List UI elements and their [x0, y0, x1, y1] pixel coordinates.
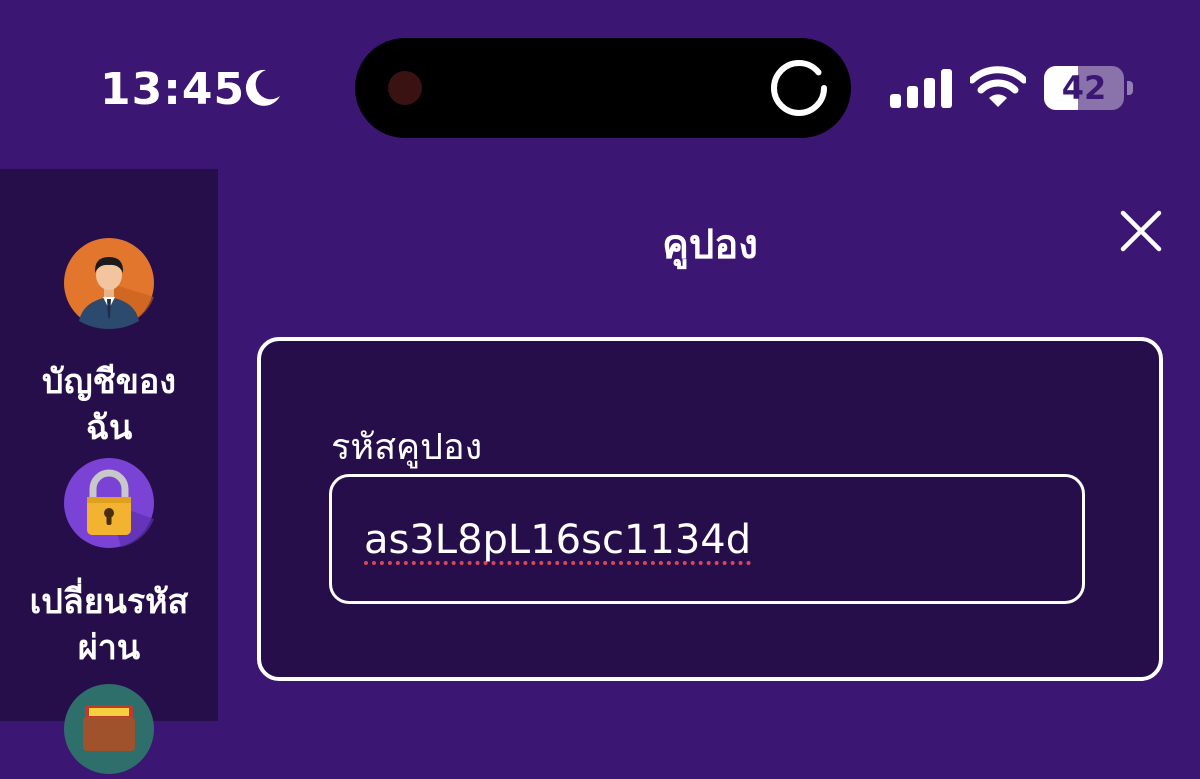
coupon-code-input[interactable]: as3L8pL16sc1134d: [329, 474, 1085, 604]
wifi-icon: [970, 66, 1026, 107]
camera-indicator-icon: [388, 71, 422, 105]
wallet-icon: [64, 684, 154, 774]
padlock-icon: [64, 458, 154, 548]
battery-indicator: 42: [1044, 66, 1134, 110]
account-avatar-icon: [64, 238, 154, 329]
battery-nub: [1127, 81, 1133, 95]
coupon-code-label: รหัสคูปอง: [331, 427, 483, 468]
dynamic-island: [355, 38, 851, 138]
dialog-title: คูปอง: [662, 222, 758, 268]
cellular-signal-icon: [890, 69, 952, 108]
sidebar-item-label: บัญชีของฉัน: [42, 362, 176, 448]
sidebar-item-change-password[interactable]: เปลี่ยนรหัสผ่าน: [0, 457, 218, 671]
status-time: 13:45: [100, 64, 246, 115]
coupon-form-card: รหัสคูปอง as3L8pL16sc1134d: [257, 337, 1163, 681]
battery-level: 42: [1061, 69, 1107, 107]
sidebar-item-wallet[interactable]: [0, 683, 218, 779]
moon-icon: [245, 69, 280, 106]
battery-body: 42: [1044, 66, 1124, 110]
sidebar-item-label: เปลี่ยนรหัสผ่าน: [29, 582, 189, 668]
sidebar-item-my-account[interactable]: บัญชีของฉัน: [0, 237, 218, 451]
close-icon[interactable]: [1118, 208, 1164, 254]
sidebar: บัญชีของฉัน เปลี่ยนรหัสผ่าน: [0, 169, 218, 774]
loading-spinner-icon: [771, 60, 827, 116]
coupon-code-value: as3L8pL16sc1134d: [364, 517, 752, 563]
